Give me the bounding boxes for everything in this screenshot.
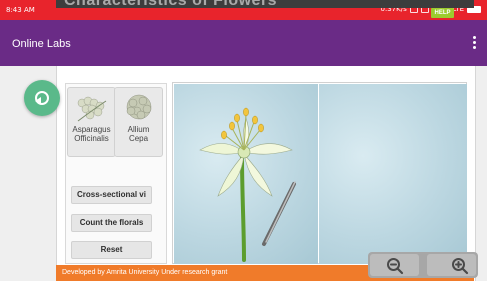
count-florals-button[interactable]: Count the florals — [71, 214, 152, 232]
thumbnail-asparagus[interactable]: Asparagus Officinalis — [67, 87, 116, 157]
zoom-in-icon — [452, 258, 469, 275]
zoom-controls — [368, 252, 478, 278]
cross-sectional-view-button[interactable]: Cross-sectional vi — [71, 186, 152, 204]
zoom-out-icon — [387, 258, 404, 275]
app-title: Online Labs — [12, 38, 71, 50]
flower-illustration — [199, 107, 296, 262]
footer-text: Developed by Amrita University Under res… — [62, 269, 228, 276]
back-arrow — [35, 97, 41, 105]
thumbnail-label: Allium Cepa — [127, 125, 150, 143]
lab-title-strip: Characteristics of Flowers — [56, 0, 474, 8]
thumbnail-allium[interactable]: Allium Cepa — [114, 87, 163, 157]
allium-icon — [126, 94, 152, 120]
status-time: 8:43 AM — [6, 6, 35, 14]
simulation-stage — [172, 82, 467, 264]
lab-title: Characteristics of Flowers — [64, 0, 277, 8]
more-vert-icon[interactable] — [469, 34, 479, 52]
zoom-in-button[interactable] — [427, 254, 476, 276]
app-bar: Online Labs — [0, 20, 487, 66]
zoom-out-button[interactable] — [370, 254, 419, 276]
flower-view-pane — [174, 84, 318, 264]
thumbnail-label: Asparagus Officinalis — [72, 125, 111, 143]
help-button[interactable]: HELP — [431, 8, 454, 18]
asparagus-icon — [77, 96, 107, 122]
reset-button[interactable]: Reset — [71, 241, 152, 259]
empty-view-pane — [319, 84, 467, 264]
back-button[interactable] — [24, 80, 60, 116]
